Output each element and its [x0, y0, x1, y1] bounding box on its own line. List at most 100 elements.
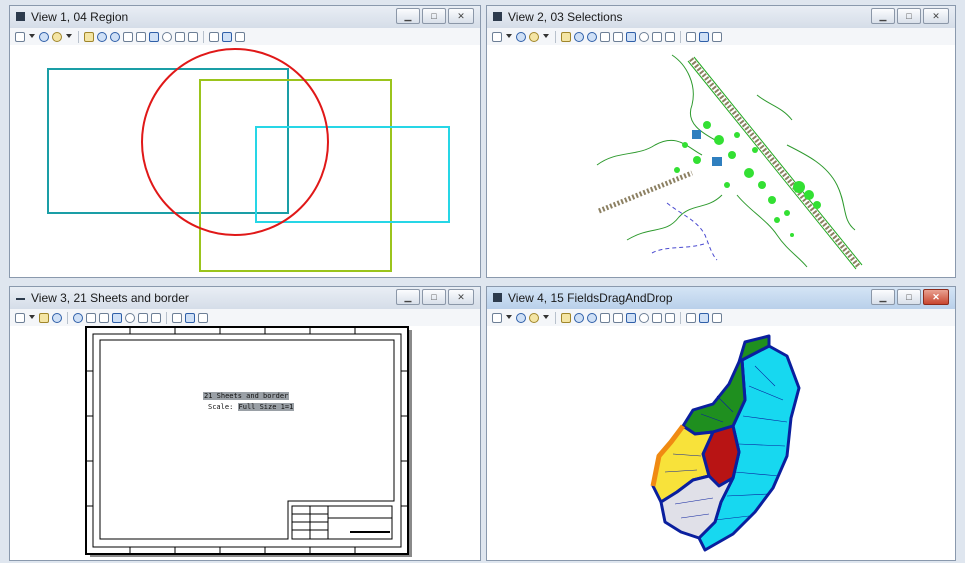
view-next-icon[interactable]	[188, 31, 198, 42]
tree-symbol	[724, 182, 730, 188]
minimize-button[interactable]: ▁	[871, 289, 895, 305]
minimize-button[interactable]: ▁	[396, 289, 420, 305]
view-1-canvas[interactable]	[10, 45, 480, 277]
rotate-view-icon[interactable]	[626, 312, 636, 323]
restore-button[interactable]: □	[897, 289, 921, 305]
update-view-icon[interactable]	[84, 31, 94, 42]
view-2-canvas[interactable]	[487, 45, 955, 277]
view-window-3[interactable]: View 3, 21 Sheets and border ▁ □ ✕ 21 Sh…	[9, 286, 481, 561]
tree-symbol	[758, 181, 766, 189]
rotate-view-icon[interactable]	[149, 31, 159, 42]
clip-volume-icon[interactable]	[222, 31, 232, 42]
window-area-icon[interactable]	[600, 31, 610, 42]
display-style-icon[interactable]	[516, 31, 526, 42]
view-4-canvas[interactable]	[487, 326, 955, 560]
zoom-out-icon[interactable]	[587, 31, 597, 42]
chevron-down-icon[interactable]	[506, 314, 512, 321]
view-window-2[interactable]: View 2, 03 Selections ▁ □ ✕	[486, 5, 956, 278]
close-button[interactable]: ✕	[448, 8, 474, 24]
copy-view-icon[interactable]	[172, 312, 182, 323]
rotate-view-icon[interactable]	[626, 31, 636, 42]
view-previous-icon[interactable]	[175, 31, 185, 42]
clip-volume-icon[interactable]	[185, 312, 195, 323]
zoom-out-icon[interactable]	[73, 312, 83, 323]
window-area-icon[interactable]	[86, 312, 96, 323]
chevron-down-icon[interactable]	[29, 314, 35, 321]
display-style-icon[interactable]	[516, 312, 526, 323]
restore-button[interactable]: □	[422, 289, 446, 305]
zoom-in-icon[interactable]	[97, 31, 107, 42]
lighting-icon[interactable]	[52, 31, 62, 42]
fit-view-icon[interactable]	[99, 312, 109, 323]
view-1-titlebar[interactable]: View 1, 04 Region ▁ □ ✕	[10, 6, 480, 29]
view-attributes-icon[interactable]	[492, 31, 502, 42]
view-settings-icon[interactable]	[712, 312, 722, 323]
window-area-icon[interactable]	[123, 31, 133, 42]
update-view-icon[interactable]	[561, 312, 571, 323]
view-previous-icon[interactable]	[652, 31, 662, 42]
update-view-icon[interactable]	[561, 31, 571, 42]
pan-view-icon[interactable]	[639, 312, 649, 323]
lighting-icon[interactable]	[529, 31, 539, 42]
restore-button[interactable]: □	[897, 8, 921, 24]
chevron-down-icon[interactable]	[543, 33, 549, 40]
clip-volume-icon[interactable]	[699, 31, 709, 42]
view-3-titlebar[interactable]: View 3, 21 Sheets and border ▁ □ ✕	[10, 287, 480, 310]
minimize-button[interactable]: ▁	[871, 8, 895, 24]
chevron-down-icon[interactable]	[543, 314, 549, 321]
clip-volume-icon[interactable]	[699, 312, 709, 323]
view-next-icon[interactable]	[151, 312, 161, 323]
zoom-in-icon[interactable]	[574, 312, 584, 323]
view-4-titlebar[interactable]: View 4, 15 FieldsDragAndDrop ▁ □ ✕	[487, 287, 955, 310]
boundary-line	[651, 242, 708, 254]
copy-view-icon[interactable]	[686, 312, 696, 323]
zoom-out-icon[interactable]	[110, 31, 120, 42]
close-icon: ✕	[932, 11, 940, 21]
view-settings-icon[interactable]	[712, 31, 722, 42]
view-window-4[interactable]: View 4, 15 FieldsDragAndDrop ▁ □ ✕	[486, 286, 956, 561]
display-style-icon[interactable]	[39, 31, 49, 42]
restore-button[interactable]: □	[422, 8, 446, 24]
view-2-titlebar[interactable]: View 2, 03 Selections ▁ □ ✕	[487, 6, 955, 29]
view-attributes-icon[interactable]	[15, 312, 25, 323]
fit-view-icon[interactable]	[136, 31, 146, 42]
view-settings-icon[interactable]	[198, 312, 208, 323]
pan-view-icon[interactable]	[125, 312, 135, 323]
close-button[interactable]: ✕	[448, 289, 474, 305]
pan-view-icon[interactable]	[162, 31, 172, 42]
view-3-canvas[interactable]: 21 Sheets and border Scale: Full Size 1=…	[10, 326, 480, 560]
tree-symbol	[784, 210, 790, 216]
close-button[interactable]: ✕	[923, 8, 949, 24]
zoom-in-icon[interactable]	[574, 31, 584, 42]
copy-view-icon[interactable]	[686, 31, 696, 42]
view-previous-icon[interactable]	[138, 312, 148, 323]
minimize-button[interactable]: ▁	[396, 8, 420, 24]
copy-view-icon[interactable]	[209, 31, 219, 42]
view-next-icon[interactable]	[665, 31, 675, 42]
view-window-1[interactable]: View 1, 04 Region ▁ □ ✕	[9, 5, 481, 278]
close-button[interactable]: ✕	[923, 289, 949, 305]
view-settings-icon[interactable]	[235, 31, 245, 42]
zoom-in-icon[interactable]	[52, 312, 62, 323]
zoom-out-icon[interactable]	[587, 312, 597, 323]
window-area-icon[interactable]	[600, 312, 610, 323]
rotate-view-icon[interactable]	[112, 312, 122, 323]
view-attributes-icon[interactable]	[492, 312, 502, 323]
region-rectangle-teal	[47, 68, 289, 214]
view-previous-icon[interactable]	[652, 312, 662, 323]
update-view-icon[interactable]	[39, 312, 49, 323]
tree-symbol	[768, 196, 776, 204]
view-attributes-icon[interactable]	[15, 31, 25, 42]
view-next-icon[interactable]	[665, 312, 675, 323]
chevron-down-icon[interactable]	[506, 33, 512, 40]
pan-view-icon[interactable]	[639, 31, 649, 42]
chevron-down-icon[interactable]	[29, 33, 35, 40]
site-map-drawing	[596, 54, 863, 270]
fit-view-icon[interactable]	[613, 31, 623, 42]
view-4-title: View 4, 15 FieldsDragAndDrop	[508, 291, 673, 305]
tree-symbol	[744, 168, 754, 178]
chevron-down-icon[interactable]	[66, 33, 72, 40]
sheet-drawing	[85, 326, 412, 557]
fit-view-icon[interactable]	[613, 312, 623, 323]
lighting-icon[interactable]	[529, 312, 539, 323]
